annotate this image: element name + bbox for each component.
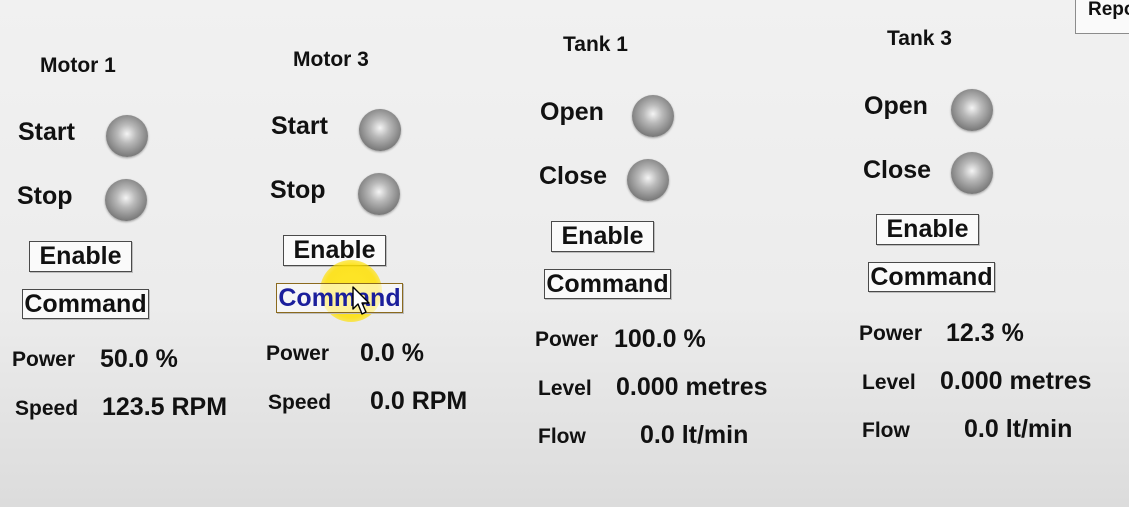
- command-button[interactable]: Command: [276, 283, 403, 313]
- flow-label: Flow: [538, 425, 586, 448]
- close-indicator-label: Close: [863, 156, 932, 184]
- close-indicator-label: Close: [539, 162, 608, 190]
- flow-value: 0.0 lt/min: [964, 415, 1073, 443]
- level-label: Level: [862, 371, 916, 394]
- command-button[interactable]: Command: [868, 262, 995, 292]
- level-value: 0.000 metres: [616, 373, 768, 401]
- open-indicator-label: Open: [864, 92, 928, 120]
- level-label: Level: [538, 377, 592, 400]
- stop-indicator-lamp: [105, 179, 147, 221]
- open-indicator-lamp: [632, 95, 674, 137]
- speed-value: 123.5 RPM: [102, 393, 228, 421]
- command-button[interactable]: Command: [22, 289, 149, 319]
- speed-label: Speed: [268, 391, 332, 414]
- open-indicator-lamp: [951, 89, 993, 131]
- level-value: 0.000 metres: [940, 367, 1092, 395]
- start-indicator-label: Start: [271, 112, 328, 140]
- report-button[interactable]: Repo: [1075, 0, 1129, 34]
- power-label: Power: [535, 328, 599, 351]
- panel-title: Tank 1: [563, 33, 628, 56]
- panel-title: Motor 1: [40, 54, 116, 77]
- power-label: Power: [266, 342, 330, 365]
- enable-button[interactable]: Enable: [283, 235, 386, 266]
- power-label: Power: [12, 348, 76, 371]
- stop-indicator-lamp: [358, 173, 400, 215]
- close-indicator-lamp: [951, 152, 993, 194]
- start-indicator-lamp: [359, 109, 401, 151]
- panel-title: Motor 3: [293, 48, 369, 71]
- panel-title: Tank 3: [887, 27, 952, 50]
- power-value: 50.0 %: [100, 345, 178, 373]
- stop-indicator-label: Stop: [17, 182, 73, 210]
- enable-button[interactable]: Enable: [29, 241, 132, 272]
- flow-value: 0.0 lt/min: [640, 421, 749, 449]
- speed-value: 0.0 RPM: [370, 387, 468, 415]
- close-indicator-lamp: [627, 159, 669, 201]
- power-value: 0.0 %: [360, 339, 424, 367]
- enable-button[interactable]: Enable: [551, 221, 654, 252]
- open-indicator-label: Open: [540, 98, 604, 126]
- enable-button[interactable]: Enable: [876, 214, 979, 245]
- speed-label: Speed: [15, 397, 79, 420]
- power-value: 100.0 %: [614, 325, 706, 353]
- power-value: 12.3 %: [946, 319, 1024, 347]
- command-button[interactable]: Command: [544, 269, 671, 299]
- flow-label: Flow: [862, 419, 910, 442]
- start-indicator-label: Start: [18, 118, 75, 146]
- power-label: Power: [859, 322, 923, 345]
- start-indicator-lamp: [106, 115, 148, 157]
- stop-indicator-label: Stop: [270, 176, 326, 204]
